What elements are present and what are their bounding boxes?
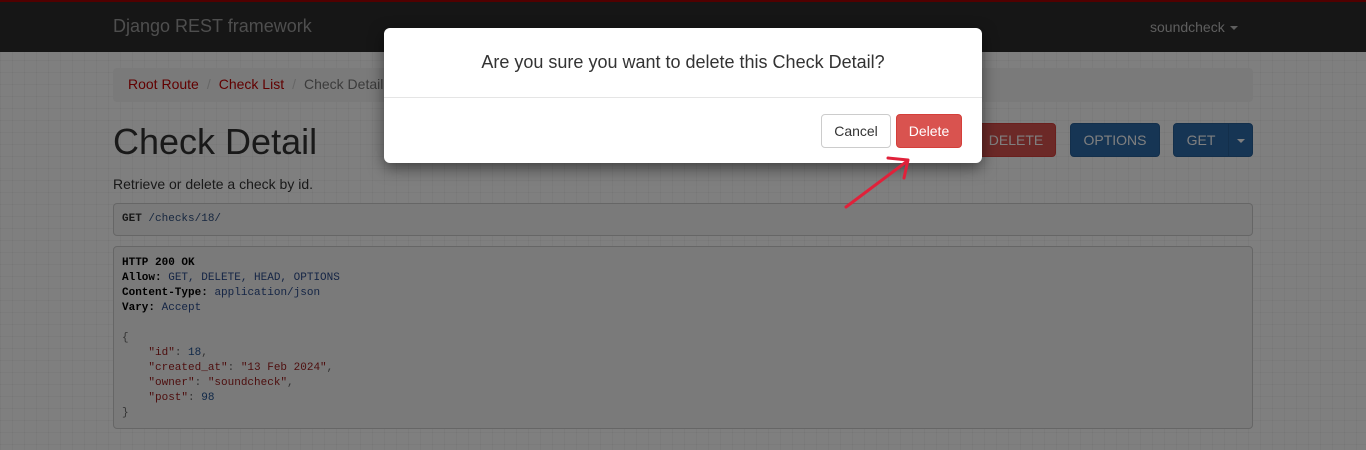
arrow-icon (844, 156, 910, 209)
modal-question: Are you sure you want to delete this Che… (384, 28, 982, 98)
cancel-button[interactable]: Cancel (821, 114, 891, 148)
delete-confirm-modal: Are you sure you want to delete this Che… (384, 28, 982, 163)
confirm-delete-button[interactable]: Delete (896, 114, 962, 148)
